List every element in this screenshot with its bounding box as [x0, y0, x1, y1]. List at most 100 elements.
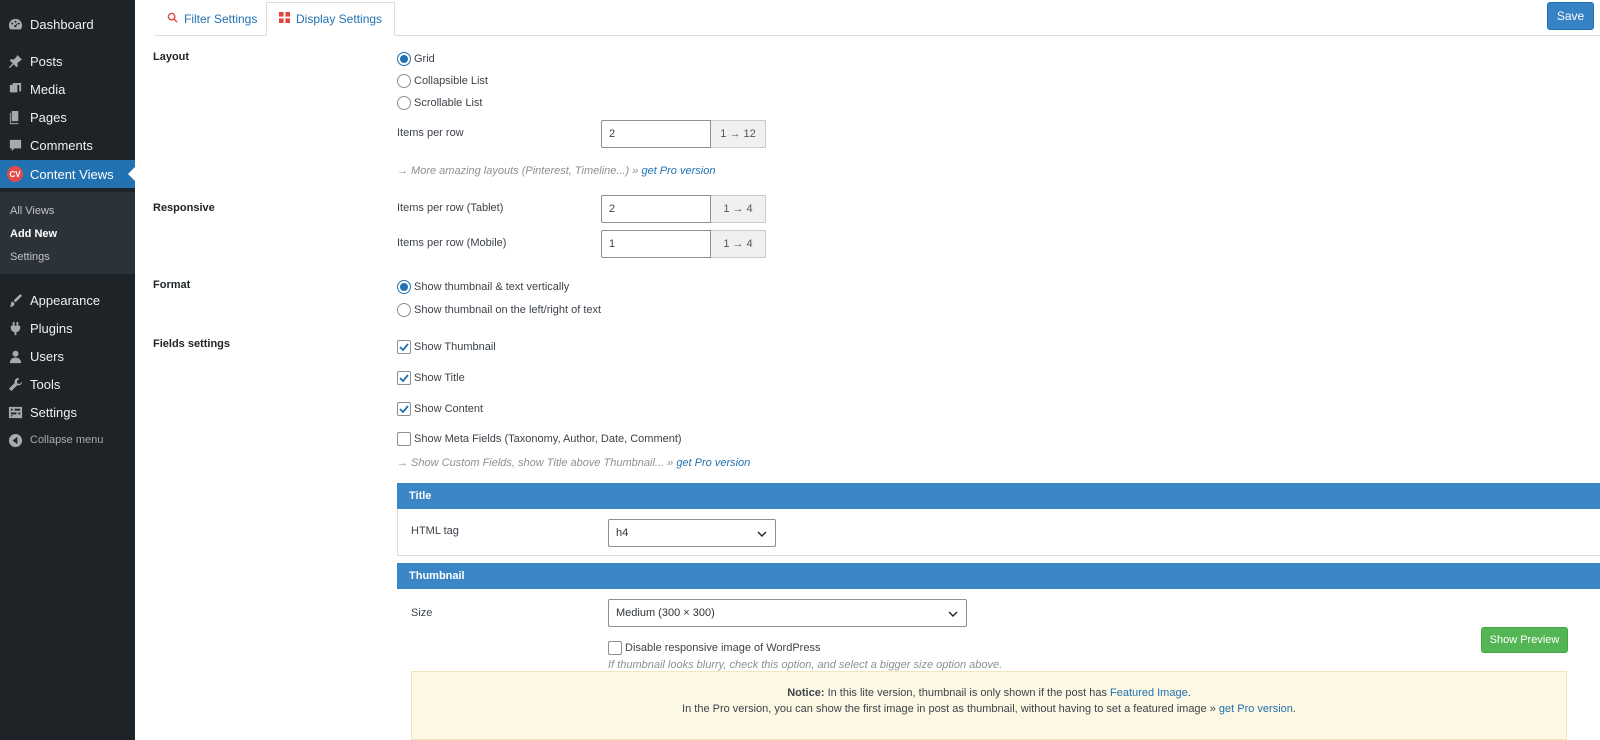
radio-button[interactable] — [397, 96, 411, 110]
checkbox[interactable] — [397, 340, 411, 354]
featured-image-link[interactable]: Featured Image — [1110, 687, 1188, 699]
sidebar-item-label: Dashboard — [30, 16, 94, 32]
collapse-menu-label: Collapse menu — [30, 434, 104, 446]
select-value: h4 — [616, 527, 629, 539]
sidebar-item-label: Comments — [30, 137, 93, 153]
get-pro-link[interactable]: get Pro version — [1219, 703, 1293, 715]
mobile-items-label: Items per row (Mobile) — [397, 237, 507, 249]
fields-pro-hint: → Show Custom Fields, show Title above T… — [397, 457, 750, 469]
notice-text: In this lite version, thumbnail is only … — [827, 687, 1107, 699]
sidebar-item-dashboard[interactable]: Dashboard — [0, 10, 135, 38]
sidebar-item-label: Tools — [30, 376, 61, 392]
select-value: Medium (300 × 300) — [616, 607, 715, 619]
notice-text: In the Pro version, you can show the fir… — [682, 703, 1216, 715]
submenu-item-settings[interactable]: Settings — [10, 251, 50, 263]
sidebar-item-content-views[interactable]: CV Content Views — [0, 160, 135, 188]
sidebar-item-label: Plugins — [30, 320, 73, 336]
layout-option-collapsible-list[interactable]: Collapsible List — [397, 74, 488, 88]
sidebar-item-comments[interactable]: Comments — [0, 131, 135, 159]
checkbox[interactable] — [397, 432, 411, 446]
option-label: Show Content — [414, 403, 484, 415]
sidebar-item-posts[interactable]: Posts — [0, 47, 135, 75]
sidebar-item-settings[interactable]: Settings — [0, 398, 135, 426]
html-tag-label: HTML tag — [411, 525, 459, 537]
plugin-icon — [0, 321, 30, 336]
layout-option-grid[interactable]: Grid — [397, 52, 435, 66]
notice-line-2: In the Pro version, you can show the fir… — [682, 703, 1296, 715]
thumbnail-size-select[interactable]: Medium (300 × 300) — [608, 599, 967, 627]
dashboard-icon — [0, 17, 30, 32]
layout-option-scrollable-list[interactable]: Scrollable List — [397, 96, 482, 110]
radio-button[interactable] — [397, 74, 411, 88]
comment-icon — [0, 138, 30, 153]
media-icon — [0, 82, 30, 97]
submenu-item-all-views[interactable]: All Views — [10, 205, 54, 217]
radio-button[interactable] — [397, 303, 411, 317]
field-show-thumbnail[interactable]: Show Thumbnail — [397, 340, 496, 354]
mobile-items-input[interactable]: 1 — [601, 230, 711, 258]
checkbox[interactable] — [397, 371, 411, 385]
option-label: Grid — [414, 53, 435, 65]
checkbox[interactable] — [397, 402, 411, 416]
option-label: Disable responsive image of WordPress — [625, 642, 821, 654]
checkbox[interactable] — [608, 641, 622, 655]
submenu-item-add-new[interactable]: Add New — [10, 228, 57, 240]
tablet-items-input[interactable]: 2 — [601, 195, 711, 223]
field-show-content[interactable]: Show Content — [397, 402, 483, 416]
collapse-menu-button[interactable]: Collapse menu — [0, 426, 135, 454]
option-label: Show Meta Fields (Taxonomy, Author, Date… — [414, 433, 682, 445]
sidebar-item-label: Posts — [30, 53, 63, 69]
tablet-items-label: Items per row (Tablet) — [397, 202, 504, 214]
tab-filter-settings[interactable]: Filter Settings — [155, 2, 269, 36]
radio-button[interactable] — [397, 52, 411, 66]
hint-text: → Show Custom Fields, show Title above T… — [397, 457, 674, 469]
format-option-vertical[interactable]: Show thumbnail & text vertically — [397, 280, 569, 294]
brush-icon — [0, 293, 30, 308]
get-pro-link[interactable]: get Pro version — [641, 165, 715, 177]
option-label: Show Title — [414, 372, 465, 384]
sidebar-item-label: Content Views — [30, 166, 114, 182]
hint-text: → More amazing layouts (Pinterest, Timel… — [397, 165, 639, 177]
sidebar-item-tools[interactable]: Tools — [0, 370, 135, 398]
sidebar-item-label: Pages — [30, 109, 67, 125]
sidebar-item-users[interactable]: Users — [0, 342, 135, 370]
option-label: Show thumbnail & text vertically — [414, 281, 570, 293]
sidebar-item-plugins[interactable]: Plugins — [0, 314, 135, 342]
items-per-row-input[interactable]: 2 — [601, 120, 711, 148]
layout-label: Layout — [153, 51, 190, 63]
chevron-down-icon — [757, 531, 767, 537]
layout-pro-hint: → More amazing layouts (Pinterest, Timel… — [397, 165, 715, 177]
items-per-row-label: Items per row — [397, 127, 464, 139]
format-label: Format — [153, 279, 191, 291]
sidebar-item-label: Appearance — [30, 292, 101, 308]
sidebar-item-pages[interactable]: Pages — [0, 103, 135, 131]
tab-label: Display Settings — [296, 12, 383, 26]
disable-responsive-image-option[interactable]: Disable responsive image of WordPress — [608, 641, 820, 655]
notice-line-1: Notice: In this lite version, thumbnail … — [787, 687, 1191, 699]
settings-icon — [0, 405, 30, 420]
field-show-title[interactable]: Show Title — [397, 371, 465, 385]
show-preview-button[interactable]: Show Preview — [1481, 627, 1568, 653]
mobile-items-range: 1 → 4 — [711, 230, 766, 258]
grid-icon — [279, 12, 290, 26]
title-panel-body: HTML tag h4 — [397, 509, 1600, 556]
field-show-meta[interactable]: Show Meta Fields (Taxonomy, Author, Date… — [397, 432, 682, 446]
radio-button[interactable] — [397, 280, 411, 294]
active-menu-arrow — [128, 167, 135, 181]
sidebar-item-label: Media — [30, 81, 66, 97]
tab-display-settings[interactable]: Display Settings — [266, 2, 396, 36]
sidebar-item-appearance[interactable]: Appearance — [0, 286, 135, 314]
tablet-items-range: 1 → 4 — [711, 195, 766, 223]
cv-icon: CV — [7, 166, 23, 182]
sidebar-item-media[interactable]: Media — [0, 75, 135, 103]
size-label: Size — [411, 607, 433, 619]
html-tag-select[interactable]: h4 — [608, 519, 776, 547]
fields-settings-label: Fields settings — [153, 338, 231, 350]
get-pro-link[interactable]: get Pro version — [676, 457, 750, 469]
save-button[interactable]: Save — [1547, 2, 1594, 30]
format-option-side[interactable]: Show thumbnail on the left/right of text — [397, 303, 601, 317]
thumbnail-blurry-hint: If thumbnail looks blurry, check this op… — [608, 659, 1003, 671]
collapse-arrow-icon — [0, 433, 30, 448]
option-label: Collapsible List — [414, 75, 488, 87]
search-icon — [167, 12, 178, 26]
